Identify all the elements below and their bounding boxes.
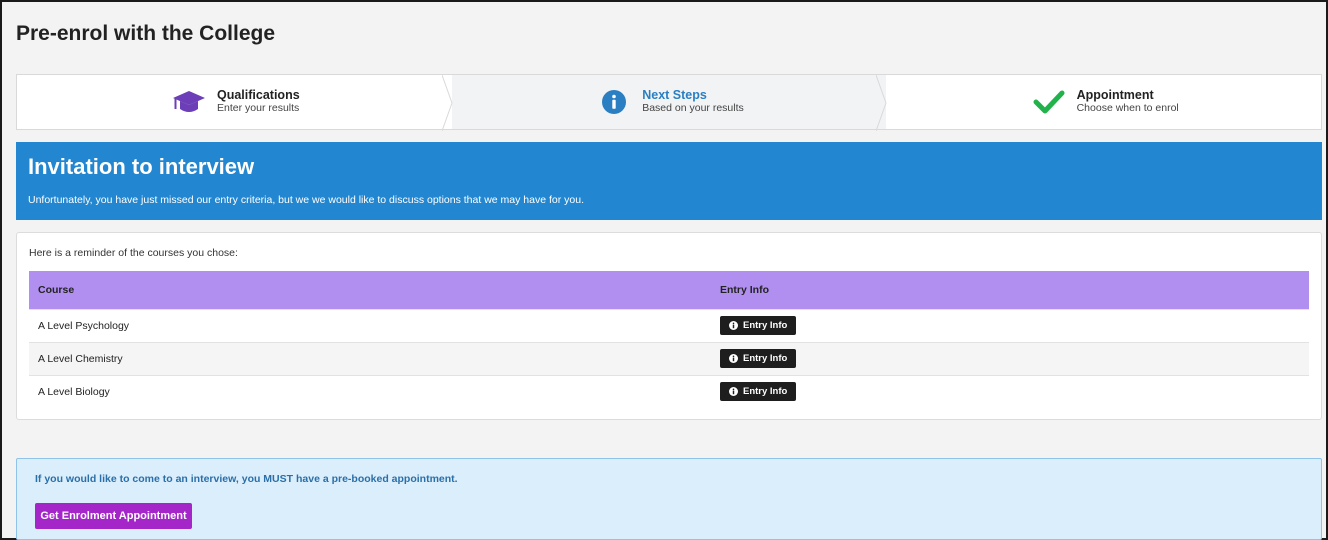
invitation-banner: Invitation to interview Unfortunately, y…: [16, 142, 1322, 220]
chevron-right-icon: [876, 75, 887, 131]
courses-panel: Here is a reminder of the courses you ch…: [16, 232, 1322, 420]
step-subtitle: Enter your results: [217, 102, 300, 114]
entry-info-button[interactable]: Entry Info: [720, 382, 797, 402]
course-name: A Level Psychology: [29, 308, 711, 342]
banner-title: Invitation to interview: [28, 154, 255, 179]
page-frame: Pre-enrol with the College Qualification…: [0, 0, 1328, 540]
courses-intro: Here is a reminder of the courses you ch…: [29, 247, 238, 259]
entry-info-label: Entry Info: [743, 320, 788, 331]
appointment-notice: If you would like to come to an intervie…: [16, 458, 1322, 540]
progress-stepper: Qualifications Enter your results Next S…: [16, 74, 1322, 131]
info-icon: [729, 321, 738, 330]
table-row: A Level Chemistry Entry Info: [29, 341, 1309, 375]
chevron-right-icon: [441, 75, 453, 131]
step-title: Next Steps: [642, 88, 707, 102]
course-name: A Level Biology: [29, 374, 711, 408]
step-subtitle: Based on your results: [642, 102, 744, 114]
column-header-entry-info: Entry Info: [720, 283, 769, 296]
table-row: A Level Biology Entry Info: [29, 374, 1309, 408]
banner-text: Unfortunately, you have just missed our …: [28, 194, 584, 206]
entry-info-label: Entry Info: [743, 353, 788, 364]
check-icon: [1029, 86, 1069, 118]
info-icon: [729, 387, 738, 397]
get-enrolment-appointment-button[interactable]: Get Enrolment Appointment: [35, 503, 192, 529]
info-circle-icon: [594, 86, 634, 118]
appointment-text: If you would like to come to an intervie…: [35, 473, 458, 485]
step-title: Qualifications: [217, 88, 300, 102]
courses-table: Course Entry Info A Level Psychology Ent…: [29, 271, 1309, 408]
step-next-steps[interactable]: Next Steps Based on your results: [451, 75, 887, 131]
step-subtitle: Choose when to enrol: [1076, 102, 1179, 114]
step-title: Appointment: [1076, 88, 1154, 102]
column-header-course: Course: [38, 283, 75, 296]
step-appointment[interactable]: Appointment Choose when to enrol: [886, 75, 1322, 129]
table-header-row: Course Entry Info: [29, 271, 1309, 309]
entry-info-label: Entry Info: [743, 386, 788, 398]
entry-info-button[interactable]: Entry Info: [720, 316, 797, 335]
table-row: A Level Psychology Entry Info: [29, 308, 1309, 342]
entry-info-button[interactable]: Entry Info: [720, 349, 797, 368]
info-icon: [729, 354, 738, 363]
graduation-cap-icon: [169, 86, 209, 118]
course-name: A Level Chemistry: [29, 341, 711, 375]
page-title: Pre-enrol with the College: [16, 22, 276, 45]
step-qualifications[interactable]: Qualifications Enter your results: [17, 75, 453, 131]
